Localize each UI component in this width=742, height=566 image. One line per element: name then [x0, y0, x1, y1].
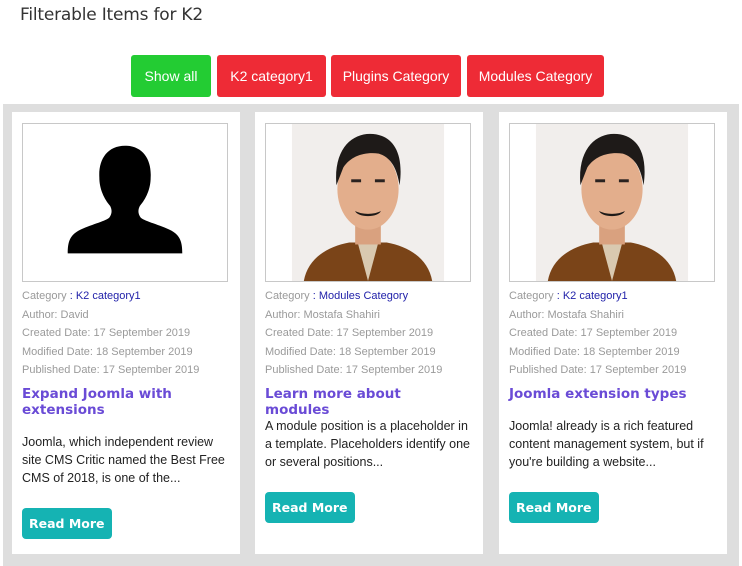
- modified-date: Modified Date: 18 September 2019: [509, 345, 680, 358]
- item-image[interactable]: [22, 123, 228, 282]
- category-separator: :: [556, 290, 560, 302]
- item-title-link[interactable]: Joomla extension types: [509, 386, 709, 402]
- author-portrait-icon: [266, 124, 470, 281]
- item-image[interactable]: [509, 123, 715, 282]
- category-label: Category: [265, 290, 310, 302]
- read-more-button[interactable]: Read More: [22, 508, 112, 539]
- author-portrait-icon: [510, 124, 714, 281]
- filter-bar: Show all K2 category1 Plugins Category M…: [0, 55, 742, 97]
- item-image[interactable]: [265, 123, 471, 282]
- read-more-button[interactable]: Read More: [509, 492, 599, 523]
- item-title-link[interactable]: Expand Joomla with extensions: [22, 386, 222, 418]
- item-excerpt: A module position is a placeholder in a …: [265, 419, 470, 469]
- filter-k2-category1-button[interactable]: K2 category1: [217, 55, 326, 97]
- avatar-placeholder-icon: [23, 124, 227, 281]
- item-excerpt: Joomla, which independent review site CM…: [22, 435, 225, 485]
- category-label: Category: [509, 290, 554, 302]
- filter-modules-category-button[interactable]: Modules Category: [467, 55, 604, 97]
- item-meta: Category : K2 category1 Author: David Cr…: [22, 287, 199, 380]
- author-text: Author: David: [22, 308, 89, 321]
- created-date: Created Date: 17 September 2019: [265, 327, 434, 340]
- item-card: Category : K2 category1 Author: David Cr…: [12, 112, 240, 554]
- published-date: Published Date: 17 September 2019: [265, 364, 443, 377]
- published-date: Published Date: 17 September 2019: [22, 364, 200, 377]
- author-text: Author: Mostafa Shahiri: [509, 308, 624, 321]
- page-title: Filterable Items for K2: [20, 5, 203, 25]
- item-meta: Category : K2 category1 Author: Mostafa …: [509, 287, 686, 380]
- item-card: Category : Modules Category Author: Most…: [255, 112, 483, 554]
- modified-date: Modified Date: 18 September 2019: [265, 345, 436, 358]
- created-date: Created Date: 17 September 2019: [22, 327, 191, 340]
- item-title-link[interactable]: Learn more about modules: [265, 386, 465, 418]
- category-separator: :: [69, 290, 73, 302]
- category-label: Category: [22, 290, 67, 302]
- filter-plugins-category-button[interactable]: Plugins Category: [331, 55, 461, 97]
- author-text: Author: Mostafa Shahiri: [265, 308, 380, 321]
- published-date: Published Date: 17 September 2019: [509, 364, 687, 377]
- created-date: Created Date: 17 September 2019: [509, 327, 678, 340]
- category-link[interactable]: K2 category1: [76, 290, 141, 302]
- filter-show-all-button[interactable]: Show all: [131, 55, 211, 97]
- category-separator: :: [312, 290, 316, 302]
- category-link[interactable]: K2 category1: [563, 290, 628, 302]
- item-excerpt: Joomla! already is a rich featured conte…: [509, 419, 704, 469]
- modified-date: Modified Date: 18 September 2019: [22, 345, 193, 358]
- category-link[interactable]: Modules Category: [319, 290, 408, 302]
- item-card: Category : K2 category1 Author: Mostafa …: [499, 112, 727, 554]
- read-more-button[interactable]: Read More: [265, 492, 355, 523]
- item-meta: Category : Modules Category Author: Most…: [265, 287, 442, 380]
